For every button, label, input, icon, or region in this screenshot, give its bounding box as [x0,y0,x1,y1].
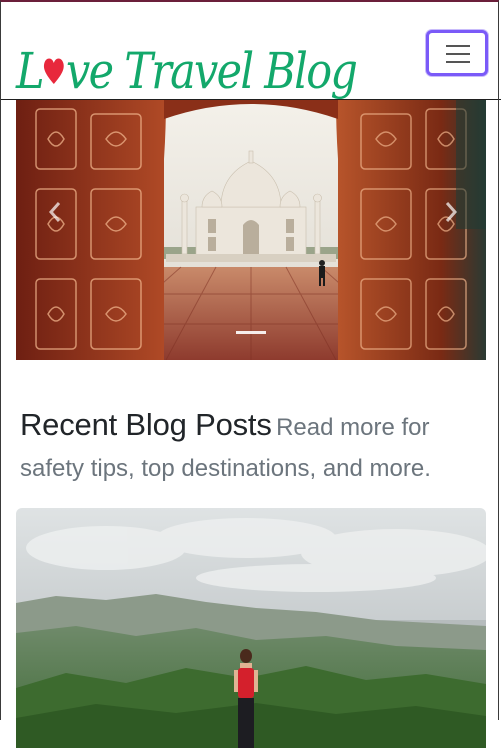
navbar-toggler-button[interactable] [426,30,488,76]
carousel-prev-button[interactable] [30,189,80,239]
navbar: L ve Travel Blog [0,0,501,100]
brand-logo: L ve Travel Blog [16,42,358,100]
chevron-right-icon [444,201,458,228]
recent-posts-title: Recent Blog Posts [20,407,272,442]
carousel-indicator-active[interactable] [236,331,266,334]
taj-mahal-image [16,99,486,360]
brand-letter-l: L [16,42,45,100]
hero-carousel[interactable] [16,99,486,360]
heart-icon [43,44,65,84]
carousel-indicators [16,331,486,334]
chevron-left-icon [48,201,62,228]
carousel-next-button[interactable] [426,189,476,239]
blog-post-card[interactable] [16,508,486,748]
hamburger-menu-icon [446,44,470,64]
brand-logo-link[interactable]: L ve Travel Blog [16,20,412,96]
recent-posts-heading: Recent Blog Posts Read more for safety t… [20,406,485,491]
brand-rest-text: ve Travel Blog [66,42,358,100]
blog-post-image [16,508,486,748]
